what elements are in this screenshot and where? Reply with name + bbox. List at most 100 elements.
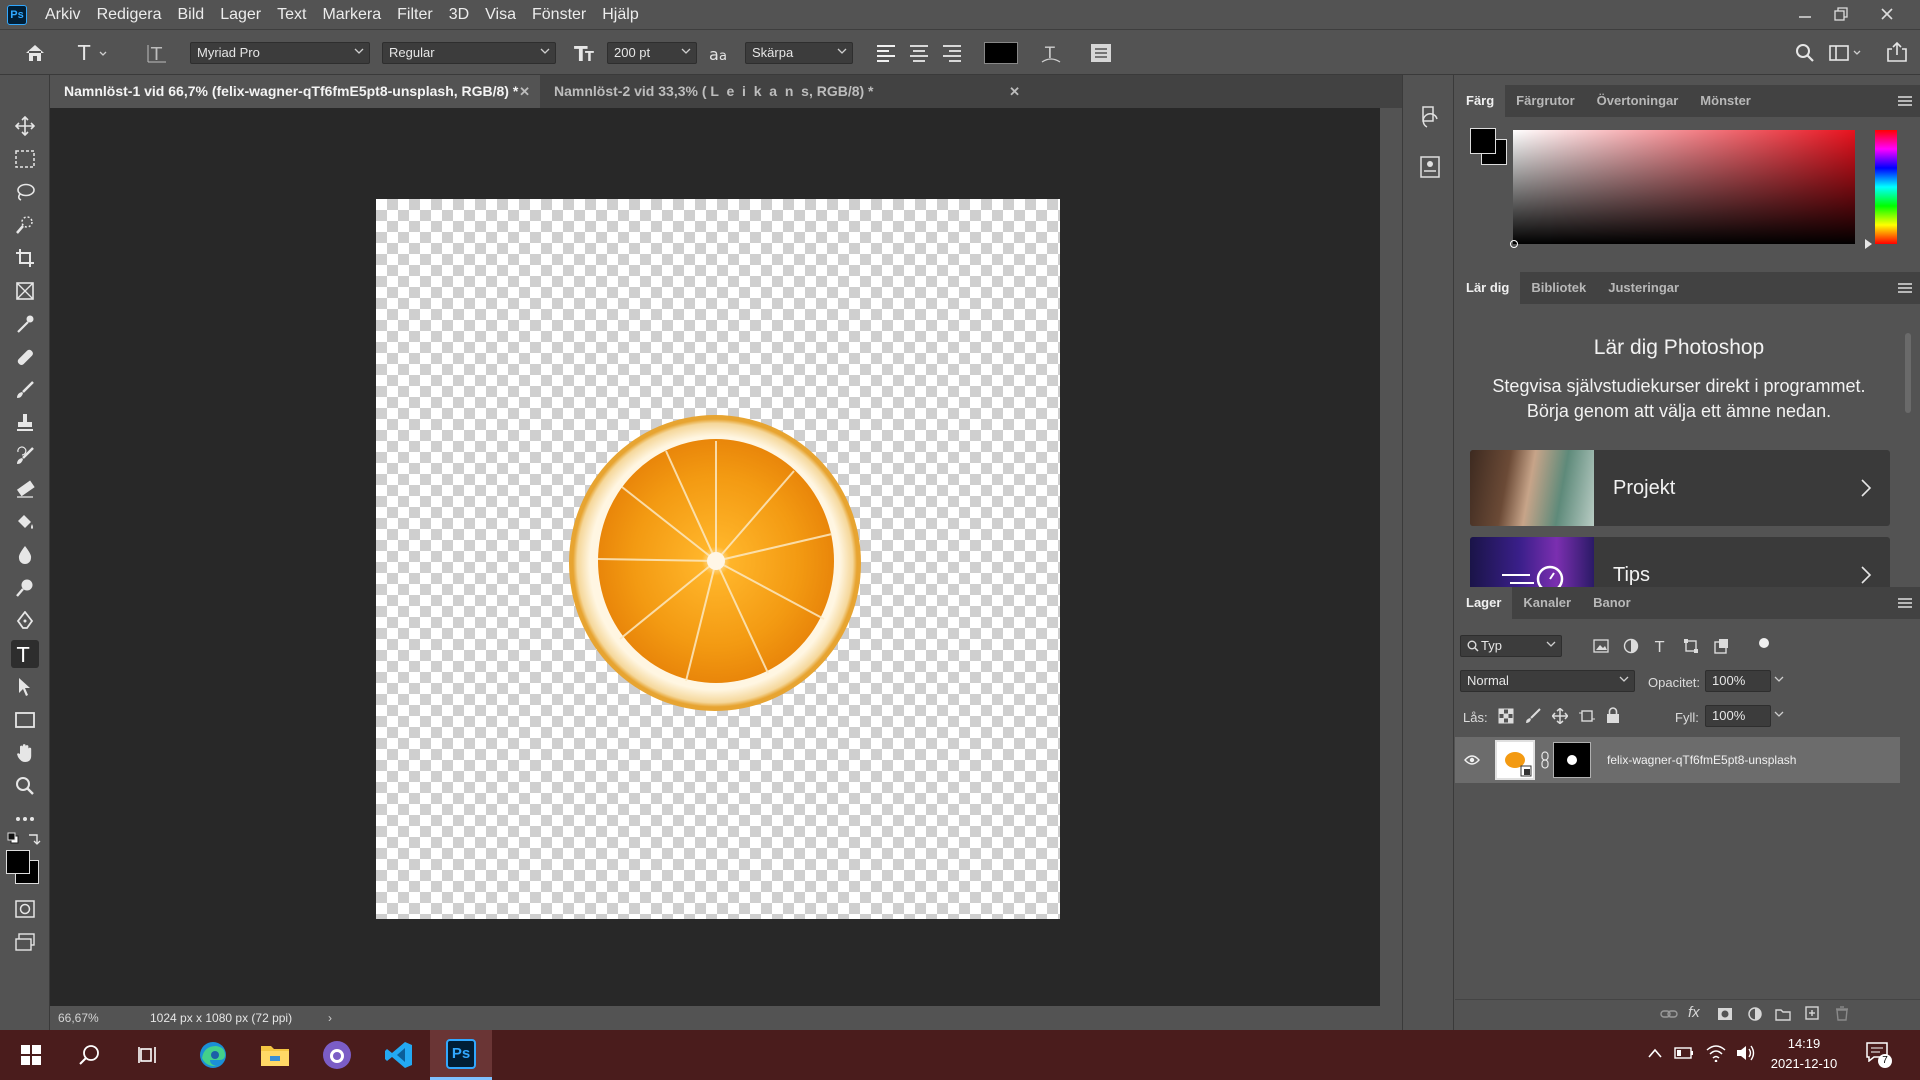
properties-panel-icon[interactable]	[1419, 155, 1441, 179]
menu-filter[interactable]: Filter	[389, 0, 441, 29]
edge-browser-icon[interactable]	[182, 1030, 244, 1080]
menu-lager[interactable]: Lager	[212, 0, 269, 29]
tab-kanaler[interactable]: Kanaler	[1512, 587, 1582, 619]
link-layers-icon[interactable]	[1660, 1008, 1678, 1020]
opacity-input[interactable]: 100%	[1705, 670, 1784, 692]
font-family-select[interactable]: Myriad Pro	[190, 42, 370, 64]
foreground-color-swatch[interactable]	[6, 850, 30, 874]
tab-fargrutor[interactable]: Färgrutor	[1505, 85, 1586, 117]
fx-icon[interactable]: fx	[1688, 1004, 1700, 1021]
swap-colors-icon[interactable]	[27, 831, 41, 845]
menu-redigera[interactable]: Redigera	[89, 0, 170, 29]
filter-pixel-icon[interactable]	[1593, 638, 1609, 654]
filter-adjustment-icon[interactable]	[1623, 638, 1639, 654]
layer-filter-select[interactable]: Typ	[1460, 635, 1562, 657]
text-orientation-icon[interactable]: T	[144, 40, 170, 66]
tab-document-2[interactable]: Namnlöst-2 vid 33,3% ( L e i k a n s, RG…	[540, 75, 1030, 108]
photoshop-taskbar-icon[interactable]: Ps	[430, 1030, 492, 1080]
align-center-icon[interactable]	[907, 42, 931, 64]
tab-monster[interactable]: Mönster	[1689, 85, 1762, 117]
show-hidden-icons-icon[interactable]	[1648, 1048, 1662, 1058]
zoom-tool-icon[interactable]	[11, 772, 39, 800]
blur-tool-icon[interactable]	[11, 541, 39, 569]
brush-tool-icon[interactable]	[11, 376, 39, 404]
filter-smart-object-icon[interactable]	[1713, 638, 1729, 654]
color-picker-marker[interactable]	[1510, 240, 1518, 248]
filter-toggle-icon[interactable]	[1759, 638, 1769, 648]
delete-layer-icon[interactable]	[1835, 1006, 1849, 1021]
clone-stamp-tool-icon[interactable]	[11, 409, 39, 437]
restore-button[interactable]	[1824, 0, 1858, 28]
github-desktop-icon[interactable]	[306, 1030, 368, 1080]
volume-icon[interactable]	[1736, 1044, 1756, 1062]
path-selection-tool-icon[interactable]	[11, 673, 39, 701]
text-color-swatch[interactable]	[984, 42, 1018, 64]
tab-banor[interactable]: Banor	[1582, 587, 1642, 619]
close-tab-icon[interactable]: ✕	[1009, 75, 1020, 108]
vscode-icon[interactable]	[368, 1030, 430, 1080]
share-icon[interactable]	[1884, 39, 1910, 65]
layer-row[interactable]: felix-wagner-qTf6fmE5pt8-unsplash	[1455, 737, 1900, 783]
lock-transparent-icon[interactable]	[1498, 708, 1514, 724]
taskbar-time[interactable]: 14:19	[1770, 1036, 1838, 1051]
hue-slider-handle[interactable]	[1865, 239, 1872, 249]
windows-start-icon[interactable]	[0, 1030, 62, 1080]
menu-text[interactable]: Text	[269, 0, 314, 29]
photoshop-logo[interactable]: Ps	[7, 4, 27, 25]
tab-lar-dig[interactable]: Lär dig	[1455, 272, 1521, 304]
taskbar-date[interactable]: 2021-12-10	[1766, 1056, 1842, 1071]
tab-overtoningar[interactable]: Övertoningar	[1586, 85, 1690, 117]
add-mask-icon[interactable]	[1717, 1007, 1733, 1021]
quick-selection-tool-icon[interactable]	[11, 211, 39, 239]
task-view-icon[interactable]	[118, 1030, 180, 1080]
battery-icon[interactable]	[1674, 1046, 1694, 1060]
menu-3d[interactable]: 3D	[441, 0, 477, 29]
history-panel-icon[interactable]	[1419, 105, 1441, 129]
vertical-scrollbar[interactable]	[1380, 108, 1402, 1006]
layer-mask-thumbnail[interactable]	[1553, 742, 1591, 778]
quick-mask-icon[interactable]	[11, 895, 39, 923]
move-tool-icon[interactable]	[11, 112, 39, 140]
filter-type-icon[interactable]: T	[1653, 638, 1669, 654]
new-adjustment-icon[interactable]	[1748, 1007, 1762, 1021]
menu-hjalp[interactable]: Hjälp	[594, 0, 646, 29]
visibility-eye-icon[interactable]	[1464, 754, 1480, 766]
document-canvas[interactable]	[376, 199, 1060, 919]
antialias-select[interactable]: Skärpa	[745, 42, 853, 64]
frame-tool-icon[interactable]	[11, 277, 39, 305]
character-panel-icon[interactable]	[1088, 40, 1114, 66]
status-arrow-icon[interactable]: ›	[328, 1006, 332, 1030]
tab-farg[interactable]: Färg	[1455, 85, 1506, 117]
panel-menu-icon[interactable]	[1898, 96, 1912, 106]
lock-pixels-icon[interactable]	[1525, 708, 1541, 724]
menu-markera[interactable]: Markera	[314, 0, 389, 29]
learn-card-tips[interactable]: Tips	[1470, 537, 1890, 591]
eraser-tool-icon[interactable]	[11, 475, 39, 503]
hand-tool-icon[interactable]	[11, 739, 39, 767]
eyedropper-tool-icon[interactable]	[11, 310, 39, 338]
panel-menu-icon[interactable]	[1898, 598, 1912, 608]
new-group-icon[interactable]	[1775, 1007, 1791, 1021]
lasso-tool-icon[interactable]	[11, 178, 39, 206]
pen-tool-icon[interactable]	[11, 607, 39, 635]
menu-fonster[interactable]: Fönster	[524, 0, 594, 29]
blend-mode-select[interactable]: Normal	[1460, 670, 1635, 692]
font-style-select[interactable]: Regular	[382, 42, 556, 64]
lock-artboard-icon[interactable]	[1579, 708, 1595, 724]
tab-document-1[interactable]: Namnlöst-1 vid 66,7% (felix-wagner-qTf6f…	[50, 75, 540, 108]
close-window-button[interactable]	[1870, 0, 1904, 28]
wifi-icon[interactable]	[1706, 1044, 1726, 1062]
new-layer-icon[interactable]	[1805, 1006, 1819, 1020]
font-size-select[interactable]: 200 pt	[607, 42, 697, 64]
menu-bild[interactable]: Bild	[170, 0, 213, 29]
color-picker-field[interactable]	[1510, 130, 1855, 248]
menu-visa[interactable]: Visa	[477, 0, 524, 29]
filter-shape-icon[interactable]	[1683, 638, 1699, 654]
healing-brush-tool-icon[interactable]	[11, 343, 39, 371]
type-tool-preset-icon[interactable]: T	[76, 40, 110, 66]
minimize-button[interactable]	[1788, 0, 1822, 28]
home-icon[interactable]	[22, 40, 48, 66]
tab-justeringar[interactable]: Justeringar	[1597, 272, 1690, 304]
menu-arkiv[interactable]: Arkiv	[37, 0, 89, 29]
warp-text-icon[interactable]: T	[1038, 40, 1064, 66]
